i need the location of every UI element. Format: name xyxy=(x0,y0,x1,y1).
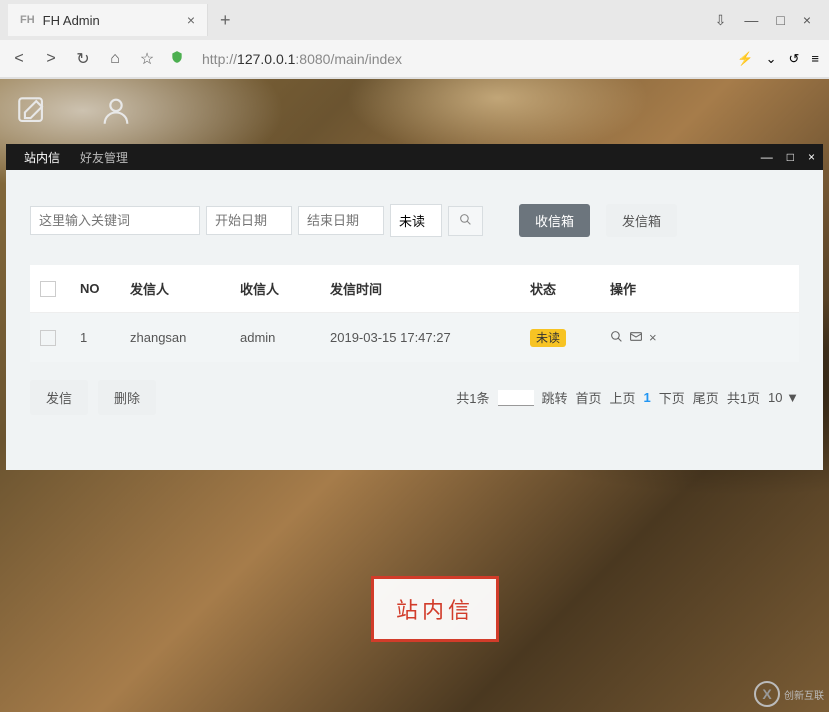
row-actions: × xyxy=(610,330,789,346)
page-jump-input[interactable] xyxy=(498,390,534,406)
table-header-row: NO 发信人 收信人 发信时间 状态 操作 xyxy=(30,265,799,313)
url-host: 127.0.0.1 xyxy=(237,51,295,67)
modal-header: 站内信 好友管理 — □ × xyxy=(6,144,823,170)
user-icon[interactable] xyxy=(99,94,133,136)
new-tab-button[interactable]: + xyxy=(208,2,243,39)
browser-tab[interactable]: FH FH Admin × xyxy=(8,4,208,36)
modal-window: 站内信 好友管理 — □ × 未读 收信箱 发信箱 xyxy=(6,144,823,470)
view-icon[interactable] xyxy=(610,330,623,346)
header-no: NO xyxy=(70,265,120,313)
modal-tabs: 站内信 好友管理 xyxy=(14,145,138,170)
mail-table: NO 发信人 收信人 发信时间 状态 操作 1 zhangsan xyxy=(30,265,799,362)
pagination: 共1条 跳转 首页 上页 1 下页 尾页 共1页 10 ▼ xyxy=(456,388,799,407)
delete-button[interactable]: 删除 xyxy=(98,380,156,415)
nav-star-icon[interactable]: ☆ xyxy=(138,49,156,69)
filter-bar: 未读 收信箱 发信箱 xyxy=(30,204,799,237)
header-status: 状态 xyxy=(520,265,600,313)
browser-chrome: FH FH Admin × + ⇩ — □ × < > ↻ ⌂ ☆ http:/… xyxy=(0,0,829,79)
window-close-icon[interactable]: × xyxy=(803,12,811,29)
tab-title: FH Admin xyxy=(43,13,179,28)
next-page-link[interactable]: 下页 xyxy=(659,388,685,407)
total-count: 共1条 xyxy=(456,388,489,407)
callout-text: 站内信 xyxy=(396,593,474,625)
watermark-text: 创新互联 xyxy=(784,687,824,702)
tab-favicon: FH xyxy=(20,14,35,26)
tab-bar: FH FH Admin × + ⇩ — □ × xyxy=(0,0,829,40)
inbox-button[interactable]: 收信箱 xyxy=(519,204,590,237)
nav-forward-icon[interactable]: > xyxy=(42,50,60,68)
status-select[interactable]: 未读 xyxy=(390,204,442,237)
address-bar[interactable]: http://127.0.0.1:8080/main/index xyxy=(198,47,723,71)
download-icon[interactable]: ⇩ xyxy=(715,12,727,29)
shield-icon[interactable] xyxy=(170,50,184,67)
modal-minimize-icon[interactable]: — xyxy=(761,150,773,164)
url-path: :8080/main/index xyxy=(295,51,402,67)
nav-refresh-dropdown-icon[interactable]: ↺ xyxy=(789,51,800,67)
prev-page-link[interactable]: 上页 xyxy=(610,388,636,407)
modal-tab-friends[interactable]: 好友管理 xyxy=(70,145,138,170)
nav-menu-icon[interactable]: ≡ xyxy=(811,51,819,66)
page-size-select[interactable]: 10 ▼ xyxy=(768,390,799,405)
modal-close-icon[interactable]: × xyxy=(808,150,815,164)
total-pages: 共1页 xyxy=(727,388,760,407)
cell-receiver: admin xyxy=(230,313,320,363)
table-wrap: NO 发信人 收信人 发信时间 状态 操作 1 zhangsan xyxy=(30,265,799,362)
select-all-checkbox[interactable] xyxy=(40,281,56,297)
first-page-link[interactable]: 首页 xyxy=(576,388,602,407)
header-sender: 发信人 xyxy=(120,265,230,313)
row-checkbox[interactable] xyxy=(40,330,56,346)
status-badge: 未读 xyxy=(530,329,566,347)
tab-close-icon[interactable]: × xyxy=(187,12,195,28)
cell-send-time: 2019-03-15 17:47:27 xyxy=(320,313,520,363)
watermark: X 创新互联 xyxy=(754,681,824,707)
send-button[interactable]: 发信 xyxy=(30,380,88,415)
chevron-down-icon[interactable]: ⌄ xyxy=(766,51,777,67)
end-date-input[interactable] xyxy=(298,206,384,235)
url-prefix: http:// xyxy=(202,51,237,67)
modal-window-controls: — □ × xyxy=(761,150,815,164)
delete-row-icon[interactable]: × xyxy=(649,330,657,346)
jump-label: 跳转 xyxy=(542,388,568,407)
modal-maximize-icon[interactable]: □ xyxy=(787,150,794,164)
app-background: 站内信 好友管理 — □ × 未读 收信箱 发信箱 xyxy=(0,79,829,712)
nav-bar: < > ↻ ⌂ ☆ http://127.0.0.1:8080/main/ind… xyxy=(0,40,829,78)
header-operate: 操作 xyxy=(600,265,799,313)
outbox-button[interactable]: 发信箱 xyxy=(606,204,677,237)
flash-icon[interactable]: ⚡ xyxy=(737,51,753,67)
bottom-bar: 发信 删除 共1条 跳转 首页 上页 1 下页 尾页 共1页 10 ▼ xyxy=(30,362,799,415)
top-icons xyxy=(15,94,133,136)
table-row: 1 zhangsan admin 2019-03-15 17:47:27 未读 … xyxy=(30,313,799,363)
keyword-input[interactable] xyxy=(30,206,200,235)
last-page-link[interactable]: 尾页 xyxy=(693,388,719,407)
current-page: 1 xyxy=(644,390,651,405)
watermark-logo: X xyxy=(754,681,780,707)
window-minimize-icon[interactable]: — xyxy=(744,12,758,29)
mail-icon[interactable] xyxy=(629,330,643,346)
start-date-input[interactable] xyxy=(206,206,292,235)
nav-home-icon[interactable]: ⌂ xyxy=(106,50,124,68)
search-button[interactable] xyxy=(448,206,483,236)
cell-sender: zhangsan xyxy=(120,313,230,363)
nav-back-icon[interactable]: < xyxy=(10,50,28,68)
cell-no: 1 xyxy=(70,313,120,363)
header-send-time: 发信时间 xyxy=(320,265,520,313)
callout-label: 站内信 xyxy=(371,576,499,642)
window-maximize-icon[interactable]: □ xyxy=(776,12,784,29)
modal-tab-inbox[interactable]: 站内信 xyxy=(14,145,70,170)
compose-icon[interactable] xyxy=(15,94,49,136)
window-controls: ⇩ — □ × xyxy=(715,12,821,29)
nav-right-controls: ⚡ ⌄ ↺ ≡ xyxy=(737,51,819,67)
nav-reload-icon[interactable]: ↻ xyxy=(74,49,92,69)
modal-body: 未读 收信箱 发信箱 NO 发信人 收信人 发 xyxy=(6,170,823,470)
header-receiver: 收信人 xyxy=(230,265,320,313)
